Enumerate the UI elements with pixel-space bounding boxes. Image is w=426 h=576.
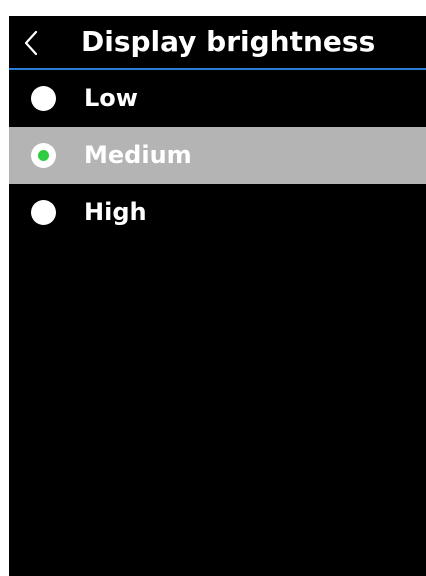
chevron-left-icon bbox=[23, 30, 39, 56]
radio-button[interactable] bbox=[31, 86, 56, 111]
radio-selected-dot bbox=[38, 150, 49, 161]
option-label: High bbox=[84, 198, 147, 226]
back-button[interactable] bbox=[23, 26, 63, 60]
page-title: Display brightness bbox=[81, 25, 376, 58]
radio-button[interactable] bbox=[31, 200, 56, 225]
option-medium[interactable]: Medium bbox=[9, 127, 426, 184]
option-label: Medium bbox=[84, 141, 192, 169]
option-label: Low bbox=[84, 84, 138, 112]
brightness-screen: Display brightness Low Medium High bbox=[9, 16, 426, 576]
option-high[interactable]: High bbox=[9, 184, 426, 241]
radio-button[interactable] bbox=[31, 143, 56, 168]
option-low[interactable]: Low bbox=[9, 70, 426, 127]
header-bar: Display brightness bbox=[9, 16, 426, 70]
brightness-options: Low Medium High bbox=[9, 70, 426, 241]
